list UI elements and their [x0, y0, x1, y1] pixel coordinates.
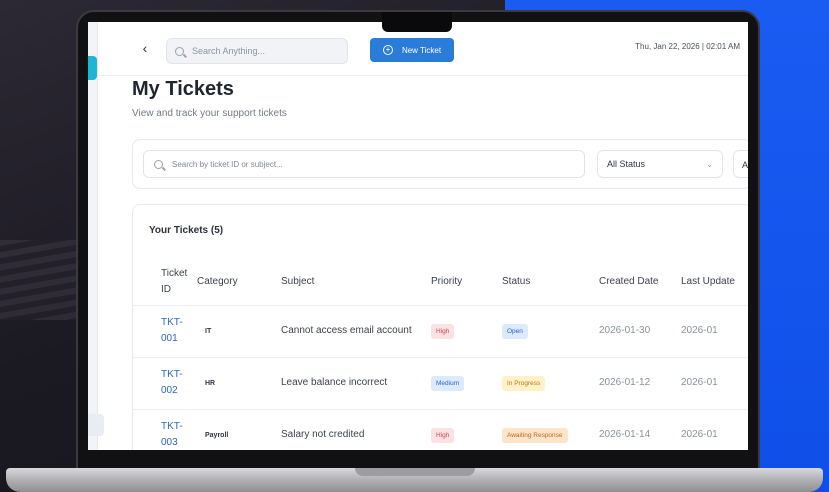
- status-badge: Awaiting Response: [502, 428, 568, 443]
- created-date: 2026-01-14: [599, 429, 651, 440]
- priority-badge: High: [431, 324, 455, 339]
- ticket-id-link[interactable]: TKT-001: [161, 317, 183, 344]
- page-subtitle: View and track your support tickets: [132, 108, 287, 119]
- global-search-input[interactable]: [192, 46, 342, 56]
- status-badge: Open: [502, 324, 528, 339]
- ticket-search-input[interactable]: [172, 159, 572, 169]
- global-search[interactable]: [166, 38, 348, 64]
- new-ticket-button[interactable]: + New Ticket: [370, 38, 454, 62]
- back-button[interactable]: ‹: [138, 38, 152, 58]
- priority-badge: Medium: [431, 376, 465, 391]
- chevron-left-icon: ‹: [142, 40, 148, 56]
- background-texture: [0, 240, 80, 320]
- created-date: 2026-01-30: [599, 325, 651, 336]
- column-header-id[interactable]: Ticket ID: [133, 259, 197, 306]
- ticket-id-link[interactable]: TKT-003: [161, 421, 183, 448]
- plus-circle-icon: +: [382, 45, 393, 55]
- new-ticket-label: New Ticket: [401, 45, 442, 55]
- column-header-updated[interactable]: Last Update: [681, 259, 748, 306]
- secondary-filter-select[interactable]: A: [733, 150, 748, 178]
- ticket-category: HR: [205, 379, 216, 387]
- page-title: My Tickets: [132, 78, 234, 100]
- status-filter-value: All Status: [607, 159, 646, 169]
- ticket-subject: Leave balance incorrect: [281, 377, 388, 388]
- tickets-heading: Your Tickets (5): [149, 225, 224, 236]
- column-header-priority[interactable]: Priority: [431, 259, 502, 306]
- ticket-category: IT: [205, 327, 212, 335]
- table-row[interactable]: TKT-001 IT Cannot access email account H…: [133, 305, 748, 358]
- tickets-card: Your Tickets (5) Ticket ID Category Subj…: [132, 204, 748, 450]
- created-date: 2026-01-12: [599, 377, 651, 388]
- status-filter-select[interactable]: All Status ⌄: [597, 150, 723, 178]
- camera-notch: [382, 12, 452, 32]
- laptop-base-notch: [355, 468, 475, 476]
- ticket-search[interactable]: [143, 150, 585, 178]
- table-header-row: Ticket ID Category Subject Priority Stat…: [133, 259, 748, 306]
- chevron-down-icon: ⌄: [706, 159, 713, 169]
- filter-card: All Status ⌄ A: [132, 139, 748, 189]
- ticket-id-link[interactable]: TKT-002: [161, 369, 183, 396]
- column-header-status[interactable]: Status: [502, 259, 599, 306]
- updated-date: 2026-01: [681, 429, 718, 440]
- priority-badge: High: [431, 428, 455, 443]
- ticket-subject: Cannot access email account: [281, 325, 412, 336]
- column-header-subject[interactable]: Subject: [281, 259, 431, 306]
- sidebar-active-item[interactable]: [88, 56, 97, 80]
- app-screen: ‹ + New Ticket Thu, Jan 22, 2026 | 02:01…: [88, 22, 748, 450]
- column-header-category[interactable]: Category: [197, 259, 281, 306]
- table-row[interactable]: TKT-002 HR Leave balance incorrect Mediu…: [133, 357, 748, 410]
- updated-date: 2026-01: [681, 325, 718, 336]
- updated-date: 2026-01: [681, 377, 718, 388]
- ticket-category: Payroll: [205, 431, 229, 439]
- status-badge: In Progress: [502, 376, 546, 391]
- column-header-created[interactable]: Created Date: [599, 259, 681, 306]
- sidebar-item[interactable]: [88, 414, 104, 436]
- sidebar: [88, 22, 98, 450]
- tickets-table: Ticket ID Category Subject Priority Stat…: [133, 259, 748, 450]
- search-icon: [175, 46, 184, 56]
- search-icon: [154, 159, 163, 169]
- ticket-subject: Salary not credited: [281, 429, 365, 440]
- table-row[interactable]: TKT-003 Payroll Salary not credited High…: [133, 409, 748, 450]
- current-datetime: Thu, Jan 22, 2026 | 02:01 AM: [635, 42, 740, 51]
